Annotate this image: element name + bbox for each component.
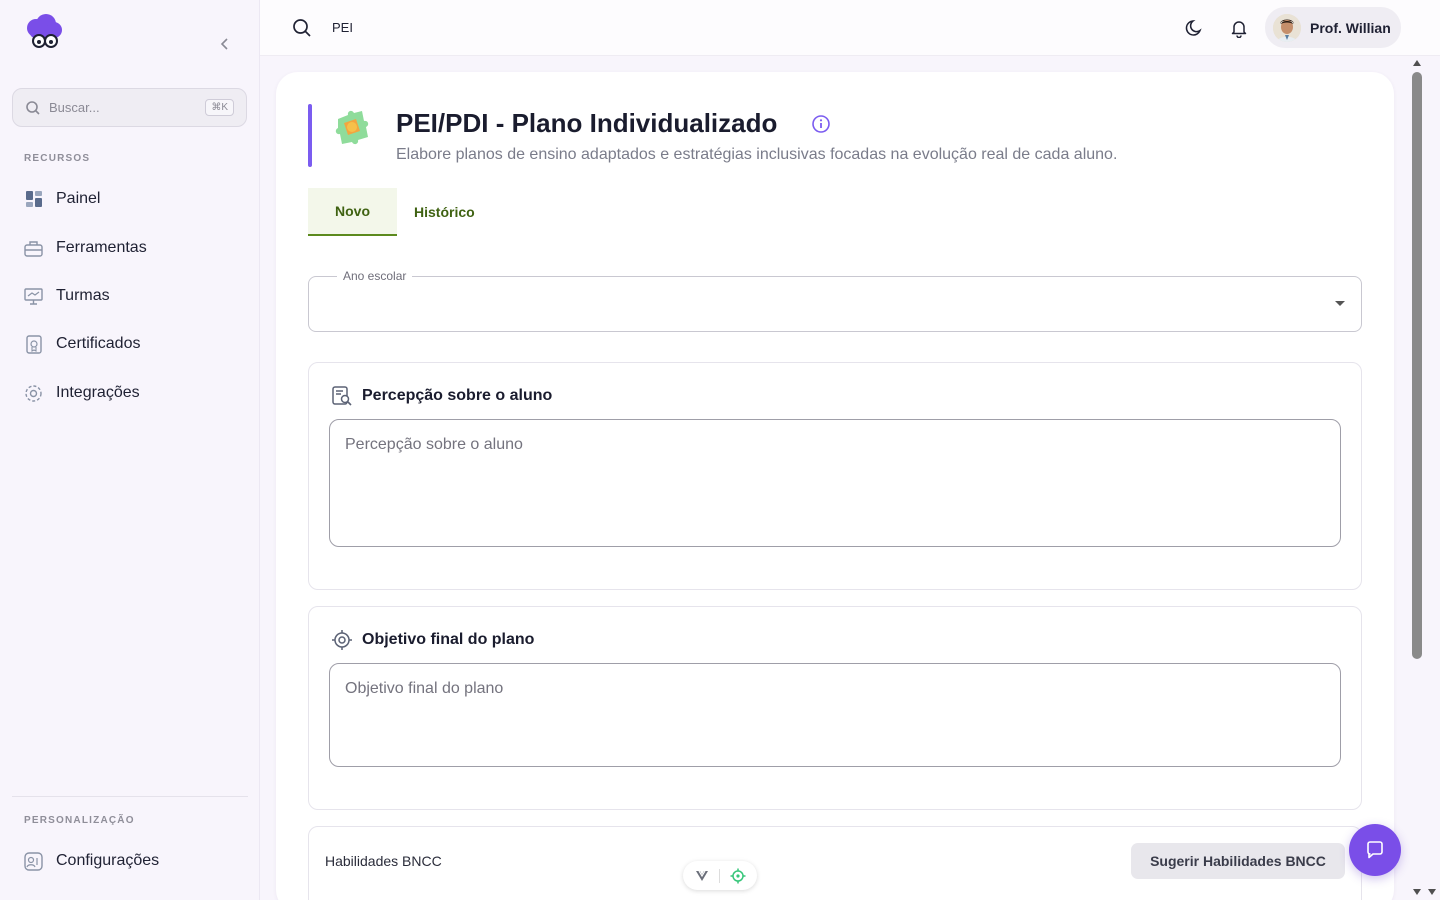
main-content-card: PEI/PDI - Plano Individualizado Elabore … xyxy=(276,72,1394,900)
sidebar-item-label: Turmas xyxy=(56,287,110,304)
sidebar-item-painel[interactable]: Painel xyxy=(24,186,244,212)
section-title-resources: RECURSOS xyxy=(24,153,91,164)
tab-historico[interactable]: Histórico xyxy=(397,188,492,236)
page-subtitle: Elabore planos de ensino adaptados e est… xyxy=(396,146,1118,163)
info-icon[interactable] xyxy=(811,114,831,134)
target-icon xyxy=(332,630,352,650)
scroll-down-arrow-secondary[interactable] xyxy=(1428,889,1436,895)
puzzle-icon xyxy=(330,105,374,149)
sidebar-divider xyxy=(12,796,248,797)
app-logo[interactable] xyxy=(24,14,64,52)
bncc-section: Habilidades BNCC Sugerir Habilidades BNC… xyxy=(308,826,1362,900)
school-year-label: Ano escolar xyxy=(337,269,413,283)
sidebar-item-label: Configurações xyxy=(56,852,160,869)
school-year-select[interactable]: Ano escolar xyxy=(308,269,1362,332)
search-icon[interactable] xyxy=(292,18,312,38)
search-placeholder: Buscar... xyxy=(49,100,100,115)
perception-textarea[interactable]: Percepção sobre o aluno xyxy=(329,419,1341,547)
objective-title: Objetivo final do plano xyxy=(362,631,535,648)
chat-icon xyxy=(1367,841,1383,859)
objective-section: Objetivo final do plano Objetivo final d… xyxy=(308,606,1362,810)
perception-header: Percepção sobre o aluno xyxy=(331,385,552,407)
toolbox-icon xyxy=(24,239,43,258)
search-icon xyxy=(26,100,40,115)
top-search-input[interactable]: PEI xyxy=(332,20,353,35)
collapse-sidebar-button[interactable] xyxy=(215,34,235,54)
settings-icon xyxy=(24,851,43,871)
shortcut-badge: ⌘K xyxy=(205,99,234,116)
sidebar: Buscar... ⌘K RECURSOS Painel Ferramentas xyxy=(0,0,260,900)
crosshair-icon[interactable] xyxy=(730,868,746,884)
certificate-icon xyxy=(24,334,43,354)
moon-icon[interactable] xyxy=(1185,18,1205,38)
avatar xyxy=(1273,13,1301,42)
topbar: PEI Prof. Willian xyxy=(260,0,1440,56)
sidebar-item-turmas[interactable]: Turmas xyxy=(24,283,244,309)
sidebar-item-integracoes[interactable]: Integrações xyxy=(24,380,244,406)
sidebar-item-certificados[interactable]: Certificados xyxy=(24,331,244,357)
user-menu-button[interactable]: Prof. Willian xyxy=(1265,7,1401,48)
objective-header: Objetivo final do plano xyxy=(331,629,534,651)
dashboard-icon xyxy=(24,190,43,209)
dev-toolbar-divider xyxy=(718,868,720,883)
chevron-left-icon xyxy=(220,38,228,50)
scroll-up-arrow[interactable] xyxy=(1413,60,1421,66)
objective-textarea[interactable]: Objetivo final do plano xyxy=(329,663,1341,767)
dev-toolbar[interactable] xyxy=(683,861,757,890)
scrollbar-thumb[interactable] xyxy=(1412,72,1422,659)
header-accent-bar xyxy=(308,104,312,167)
chat-button[interactable] xyxy=(1349,824,1401,876)
page-title: PEI/PDI - Plano Individualizado xyxy=(396,108,778,138)
sidebar-search-input[interactable]: Buscar... ⌘K xyxy=(12,88,247,127)
vue-logo-icon[interactable] xyxy=(695,870,709,882)
sidebar-item-configuracoes[interactable]: Configurações xyxy=(24,848,244,874)
sidebar-item-label: Painel xyxy=(56,190,101,207)
classroom-icon xyxy=(24,287,43,306)
sidebar-item-label: Integrações xyxy=(56,384,140,401)
bncc-label: Habilidades BNCC xyxy=(325,853,442,869)
bell-icon[interactable] xyxy=(1229,18,1249,38)
perception-section: Percepção sobre o aluno Percepção sobre … xyxy=(308,362,1362,590)
perception-title: Percepção sobre o aluno xyxy=(362,387,553,404)
suggest-bncc-button[interactable]: Sugerir Habilidades BNCC xyxy=(1131,843,1345,879)
sidebar-item-ferramentas[interactable]: Ferramentas xyxy=(24,235,244,261)
scroll-down-arrow[interactable] xyxy=(1413,889,1421,895)
document-search-icon xyxy=(332,386,352,406)
sidebar-item-label: Ferramentas xyxy=(56,239,147,256)
section-title-personalization: PERSONALIZAÇÃO xyxy=(24,815,135,826)
tab-novo[interactable]: Novo xyxy=(308,188,397,236)
caret-down-icon xyxy=(1335,301,1345,306)
sidebar-item-label: Certificados xyxy=(56,335,141,352)
user-name: Prof. Willian xyxy=(1310,19,1391,36)
tabs: Novo Histórico xyxy=(308,188,492,236)
gear-icon xyxy=(24,384,43,403)
